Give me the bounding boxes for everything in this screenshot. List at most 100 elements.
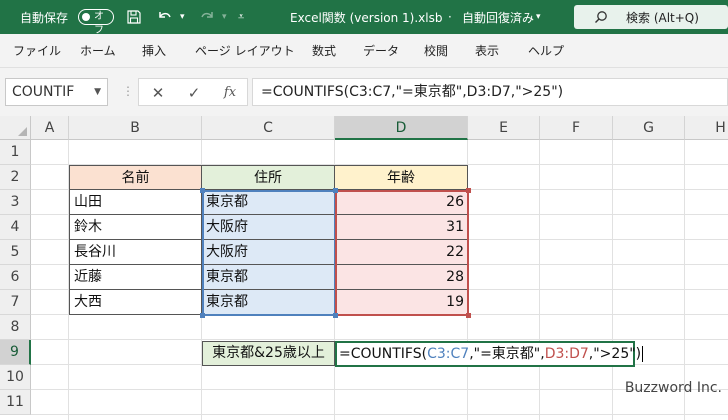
header-age[interactable]: 年齢 — [335, 165, 468, 190]
column-header-f[interactable]: F — [540, 116, 613, 140]
watermark: Buzzword Inc. — [624, 380, 722, 396]
autosave-label: 自動保存 — [20, 10, 69, 25]
undo-button[interactable] — [156, 0, 174, 34]
column-header-h[interactable]: H — [685, 116, 728, 140]
range-handle[interactable] — [200, 313, 205, 318]
search-input[interactable]: 検索 (Alt+Q) — [574, 5, 728, 29]
undo-dropdown-icon[interactable]: ▾ — [180, 0, 185, 34]
column-header-a[interactable]: A — [31, 116, 69, 140]
row-header-4[interactable]: 4 — [0, 215, 31, 240]
cell-name[interactable]: 鈴木 — [69, 215, 202, 240]
formula-buttons: ✕ ✓ fx — [138, 78, 248, 106]
save-button[interactable] — [126, 0, 142, 34]
gridline — [684, 140, 685, 420]
cell-address[interactable]: 東京都 — [202, 190, 335, 215]
chevron-down-icon[interactable]: ▾ — [536, 0, 541, 34]
gridline — [31, 414, 728, 415]
cell-name[interactable]: 長谷川 — [69, 240, 202, 265]
row-header-2[interactable]: 2 — [0, 165, 31, 190]
cell-age[interactable]: 22 — [335, 240, 468, 265]
undo-icon — [159, 12, 171, 18]
title-bar: 自動保存 オフ ▾ ▾ ⩡ Excel関数 (version 1).xlsb ·… — [0, 0, 728, 36]
cell-age[interactable]: 26 — [335, 190, 468, 215]
search-placeholder: 検索 (Alt+Q) — [626, 10, 699, 25]
formula-part: =COUNTIFS( — [339, 346, 428, 362]
formula-part: ,">25") — [588, 346, 642, 362]
text-cursor — [642, 346, 644, 362]
cell-age[interactable]: 19 — [335, 290, 468, 315]
row-header-6[interactable]: 6 — [0, 265, 31, 290]
cell-address[interactable]: 東京都 — [202, 290, 335, 315]
tab-page-layout[interactable]: ページ レイアウト — [195, 34, 295, 68]
formula-bar: COUNTIF ▼ ⋮ ✕ ✓ fx =COUNTIFS(C3:C7,"=東京都… — [0, 68, 728, 116]
enter-icon[interactable]: ✓ — [181, 79, 207, 107]
cancel-icon[interactable]: ✕ — [145, 79, 171, 107]
ribbon-tabs: ファイル ホーム 挿入 ページ レイアウト 数式 データ 校閲 表示 ヘルプ — [0, 34, 728, 68]
column-header-e[interactable]: E — [468, 116, 540, 140]
row-header-5[interactable]: 5 — [0, 240, 31, 265]
cell-age[interactable]: 28 — [335, 265, 468, 290]
range-handle[interactable] — [466, 188, 471, 193]
row-header-9[interactable]: 9 — [0, 340, 31, 365]
criteria-label-cell[interactable]: 東京都&25歳以上 — [202, 341, 335, 366]
formula-input[interactable]: =COUNTIFS(C3:C7,"=東京都",D3:D7,">25") — [252, 78, 728, 106]
gridline — [31, 389, 728, 390]
name-box-value: COUNTIF — [12, 84, 75, 100]
separator-dot: · — [448, 10, 452, 24]
row-header-1[interactable]: 1 — [0, 140, 31, 165]
row-header-11[interactable]: 11 — [0, 390, 31, 415]
toggle-knob-icon — [82, 13, 90, 21]
tab-home[interactable]: ホーム — [80, 34, 116, 68]
range-handle[interactable] — [200, 188, 205, 193]
header-address[interactable]: 住所 — [202, 165, 335, 190]
redo-icon — [201, 12, 213, 18]
tab-review[interactable]: 校閲 — [424, 34, 448, 68]
save-status[interactable]: 自動回復済み — [462, 0, 534, 34]
row-header-10[interactable]: 10 — [0, 365, 31, 390]
search-icon — [595, 11, 607, 23]
autosave-toggle[interactable]: オフ — [78, 9, 114, 36]
range-handle[interactable] — [466, 313, 471, 318]
formula-range-ref: D3:D7 — [544, 346, 589, 362]
column-header-d[interactable]: D — [335, 116, 468, 140]
tab-formulas[interactable]: 数式 — [312, 34, 336, 68]
cell-address[interactable]: 大阪府 — [202, 240, 335, 265]
cell-name[interactable]: 大西 — [69, 290, 202, 315]
customize-qat-icon[interactable]: ⩡ — [238, 0, 244, 34]
cell-age[interactable]: 31 — [335, 215, 468, 240]
insert-function-button[interactable]: fx — [217, 79, 243, 107]
tab-file[interactable]: ファイル — [13, 34, 61, 68]
column-header-c[interactable]: C — [202, 116, 335, 140]
select-all-button[interactable] — [0, 116, 31, 140]
formula-edit-cell[interactable]: =COUNTIFS(C3:C7,"=東京都",D3:D7,">25") — [335, 341, 644, 367]
row-header-3[interactable]: 3 — [0, 190, 31, 215]
save-icon — [127, 10, 141, 24]
cell-name[interactable]: 山田 — [69, 190, 202, 215]
cell-address[interactable]: 東京都 — [202, 265, 335, 290]
row-header-8[interactable]: 8 — [0, 315, 31, 340]
range-handle[interactable] — [333, 188, 338, 193]
name-box-dropdown-icon[interactable]: ▼ — [94, 79, 101, 105]
row-header-7[interactable]: 7 — [0, 290, 31, 315]
worksheet: A B C D E F G H 1 2 3 4 5 6 7 8 9 10 11 … — [0, 116, 728, 420]
redo-dropdown-icon[interactable]: ▾ — [222, 0, 227, 34]
name-box[interactable]: COUNTIF ▼ — [5, 78, 108, 106]
tab-help[interactable]: ヘルプ — [528, 34, 564, 68]
splitter-handle-icon[interactable]: ⋮ — [122, 84, 134, 98]
formula-part: ,"=東京都", — [469, 346, 545, 362]
column-header-b[interactable]: B — [69, 116, 202, 140]
formula-range-ref: C3:C7 — [427, 346, 470, 362]
column-header-g[interactable]: G — [613, 116, 685, 140]
gridline — [612, 140, 613, 420]
cell-name[interactable]: 近藤 — [69, 265, 202, 290]
redo-button[interactable] — [198, 0, 216, 34]
tab-view[interactable]: 表示 — [475, 34, 499, 68]
gridline — [539, 140, 540, 420]
header-name[interactable]: 名前 — [69, 165, 202, 190]
tab-insert[interactable]: 挿入 — [142, 34, 166, 68]
gridline — [31, 339, 728, 340]
range-handle[interactable] — [333, 313, 338, 318]
tab-data[interactable]: データ — [363, 34, 399, 68]
cell-address[interactable]: 大阪府 — [202, 215, 335, 240]
file-name: Excel関数 (version 1).xlsb — [290, 10, 443, 25]
